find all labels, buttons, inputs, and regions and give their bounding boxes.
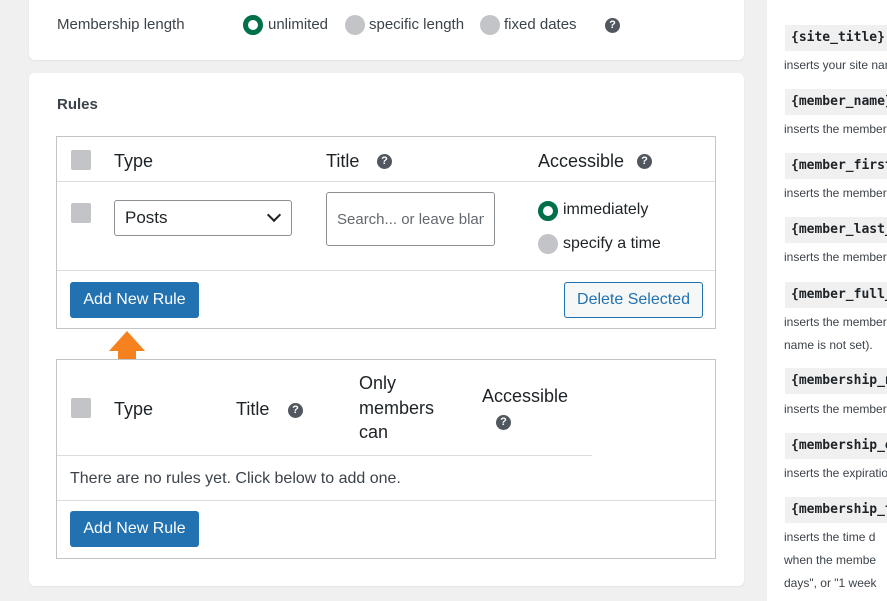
membership-length-panel: Membership length unlimited specific len… bbox=[29, 0, 744, 60]
rules-title: Rules bbox=[57, 96, 98, 113]
radio-specific-length[interactable] bbox=[345, 15, 365, 35]
title-search-input[interactable] bbox=[326, 192, 495, 246]
chevron-down-icon bbox=[266, 207, 282, 223]
add-new-rule-button[interactable]: Add New Rule bbox=[70, 282, 199, 318]
header-divider bbox=[57, 181, 715, 182]
variable-description: inserts the expiration date bbox=[784, 466, 887, 480]
help-icon[interactable]: ? bbox=[377, 154, 392, 169]
type-select[interactable]: Posts bbox=[114, 200, 292, 236]
radio-specific-length-label[interactable]: specific length bbox=[369, 16, 464, 33]
rules-table-editable: Type Title ? Accessible ? Posts immediat… bbox=[56, 136, 716, 329]
select-all-checkbox[interactable] bbox=[71, 398, 91, 418]
radio-fixed-dates[interactable] bbox=[480, 15, 500, 35]
membership-length-label: Membership length bbox=[57, 16, 185, 33]
variable-code: {membership_time} bbox=[785, 497, 887, 523]
column-accessible: Accessible bbox=[538, 151, 625, 171]
column-only-members-line3: can bbox=[359, 422, 389, 442]
radio-specify-time-label[interactable]: specify a time bbox=[563, 235, 661, 253]
variable-code: {member_full_name} bbox=[785, 282, 887, 308]
radio-fixed-dates-label[interactable]: fixed dates bbox=[504, 16, 577, 33]
select-all-checkbox[interactable] bbox=[71, 150, 91, 170]
empty-rules-message: There are no rules yet. Click below to a… bbox=[70, 470, 401, 487]
variable-description: inserts the member's last name bbox=[784, 250, 887, 264]
variable-code: {member_name} bbox=[785, 89, 887, 115]
row-checkbox[interactable] bbox=[71, 203, 91, 223]
variable-description-continued: when the membe bbox=[784, 553, 877, 567]
variable-description: inserts the member's full name bbox=[784, 315, 887, 329]
radio-unlimited[interactable] bbox=[243, 15, 263, 35]
variable-description: inserts the member's first name bbox=[784, 186, 887, 200]
column-only-members-line1: Only bbox=[359, 373, 397, 393]
help-icon[interactable]: ? bbox=[637, 154, 652, 169]
column-title: Title bbox=[236, 399, 270, 419]
help-icon[interactable]: ? bbox=[496, 415, 511, 430]
delete-selected-button[interactable]: Delete Selected bbox=[564, 282, 703, 318]
variable-code: {site_title} bbox=[785, 25, 887, 51]
help-icon[interactable]: ? bbox=[288, 403, 303, 418]
variable-description: inserts the member's name bbox=[784, 122, 887, 136]
variables-panel: {site_title} inserts your site name {mem… bbox=[767, 0, 887, 601]
variable-code: {membership_name} bbox=[785, 368, 887, 394]
row-divider bbox=[57, 500, 715, 501]
rules-panel: Rules Type Title ? Accessible ? Posts im… bbox=[29, 73, 744, 586]
column-title: Title bbox=[326, 151, 360, 171]
variable-description: inserts the time d bbox=[784, 530, 876, 544]
variable-code: {member_first_name} bbox=[785, 153, 887, 179]
row-divider bbox=[57, 270, 715, 271]
variable-code: {membership_expiration} bbox=[785, 433, 887, 459]
add-new-rule-button[interactable]: Add New Rule bbox=[70, 511, 199, 547]
variable-description-continued: name is not set). bbox=[784, 338, 873, 352]
variable-description-continued: days", or "1 week bbox=[784, 576, 877, 590]
header-divider bbox=[57, 455, 592, 456]
radio-unlimited-label[interactable]: unlimited bbox=[268, 16, 328, 33]
column-type: Type bbox=[114, 151, 154, 171]
help-icon[interactable]: ? bbox=[605, 18, 620, 33]
variable-description: inserts your site name bbox=[784, 58, 887, 72]
radio-immediately[interactable] bbox=[538, 201, 558, 221]
rules-table-readonly: Type Title ? Only members can Accessible… bbox=[56, 359, 716, 559]
variable-code: {member_last_name} bbox=[785, 217, 887, 243]
column-type: Type bbox=[114, 399, 154, 419]
radio-immediately-label[interactable]: immediately bbox=[563, 201, 648, 219]
variable-description: inserts the membership name bbox=[784, 402, 887, 416]
type-select-value: Posts bbox=[125, 208, 168, 227]
column-accessible: Accessible bbox=[482, 386, 569, 406]
column-only-members-line2: members bbox=[359, 398, 435, 418]
radio-specify-time[interactable] bbox=[538, 234, 558, 254]
